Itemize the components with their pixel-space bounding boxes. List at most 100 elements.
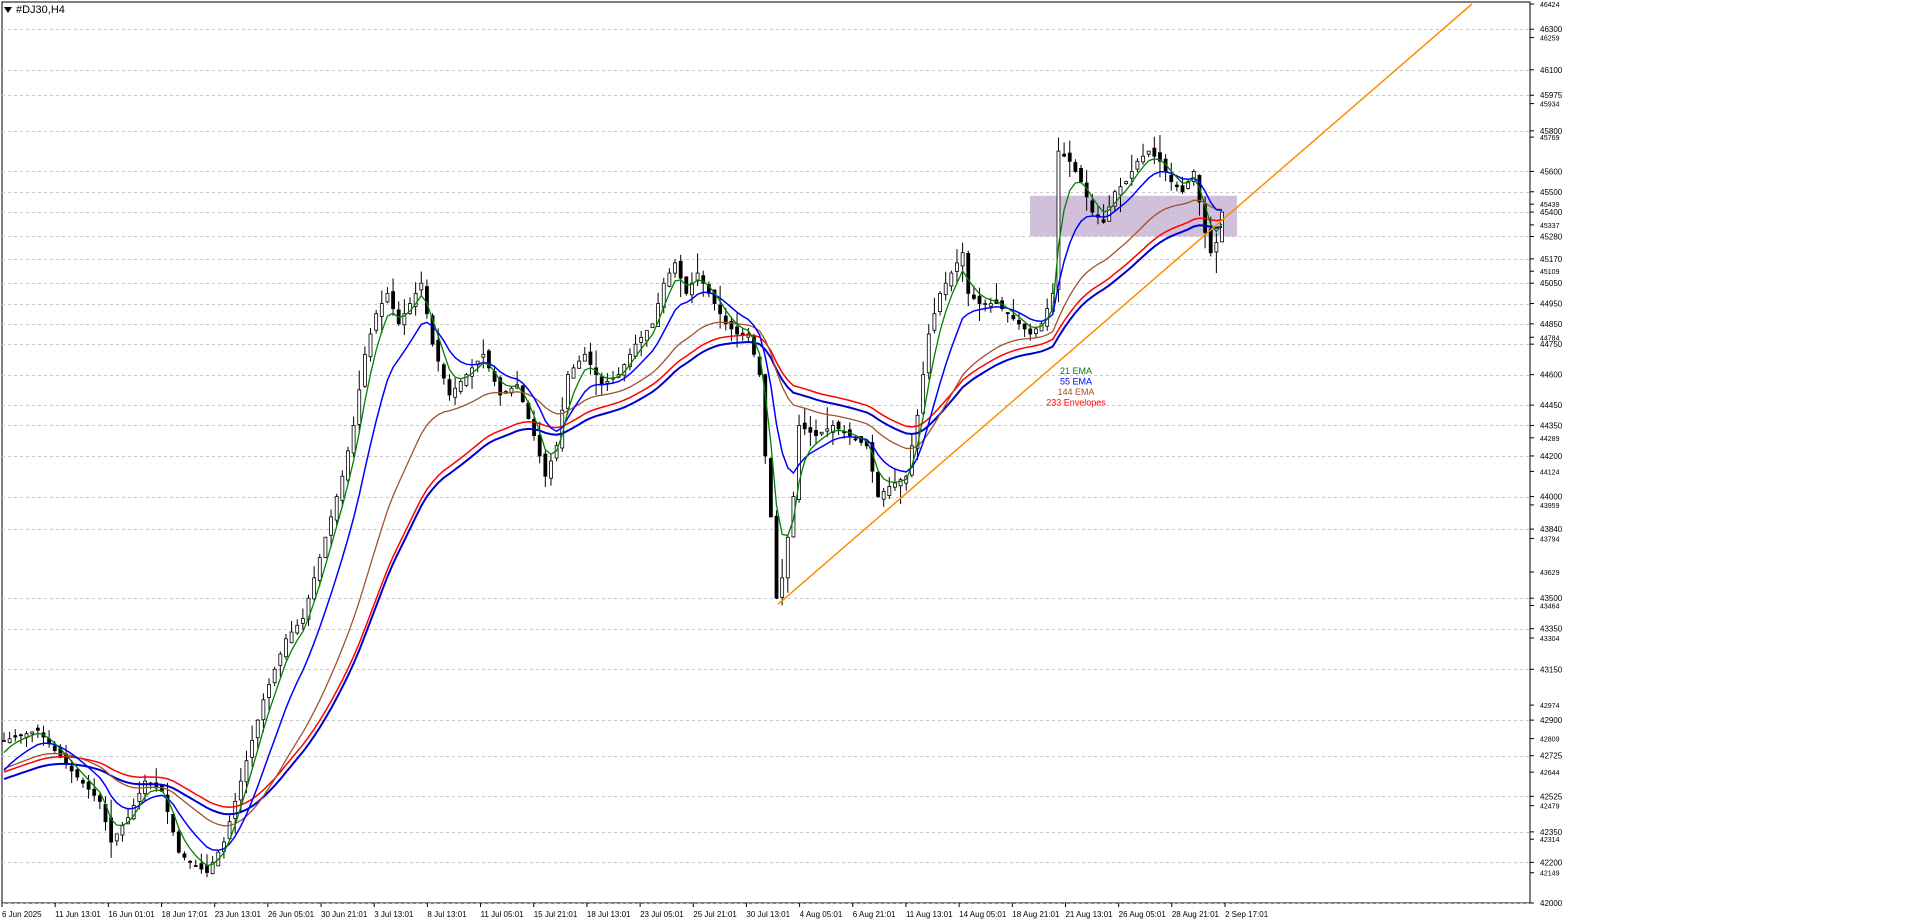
candle-body xyxy=(19,734,23,737)
x-tick-label: 2 Sep 17:01 xyxy=(1225,910,1269,919)
candle-body xyxy=(1028,328,1033,335)
candle-body xyxy=(312,577,317,600)
x-tick-label: 15 Jul 21:01 xyxy=(534,910,578,919)
y-tick-label: 44950 xyxy=(1540,300,1563,309)
candle-body xyxy=(182,853,187,858)
candle-body xyxy=(1152,147,1157,157)
ema233-envelope-upper xyxy=(3,217,1223,808)
x-tick-label: 14 Aug 05:01 xyxy=(959,910,1007,919)
candle-body xyxy=(678,260,683,279)
candle-body xyxy=(120,825,125,836)
candle-body xyxy=(836,421,841,430)
legend-entry: 144 EMA xyxy=(1057,387,1094,397)
legend-entry: 233 Envelopes xyxy=(1046,398,1106,408)
x-tick-label: 11 Jun 13:01 xyxy=(55,910,101,919)
x-tick-label: 28 Aug 21:01 xyxy=(1172,910,1220,919)
y-tick-label: 44289 xyxy=(1540,436,1560,443)
candle-body xyxy=(362,353,367,387)
candle-body xyxy=(1146,150,1151,155)
candle-body xyxy=(385,292,390,303)
candle-body xyxy=(808,427,813,433)
y-tick-label: 43629 xyxy=(1540,570,1560,577)
y-tick-label: 45170 xyxy=(1540,255,1563,264)
candle-body xyxy=(52,745,57,751)
candle-body xyxy=(272,668,277,684)
candle-body xyxy=(1079,168,1083,183)
candle-body xyxy=(1124,181,1129,185)
y-tick-label: 42000 xyxy=(1540,899,1563,908)
candle-body xyxy=(30,731,35,735)
y-tick-label: 45934 xyxy=(1540,102,1560,109)
chart-window: #DJ30,H4 46424 46300 46259 46100 45975 45934 4… xyxy=(0,0,1916,923)
y-tick-label: 44350 xyxy=(1540,421,1563,430)
y-tick-label: 42479 xyxy=(1540,804,1560,811)
candle-body xyxy=(334,496,339,521)
candle-body xyxy=(785,536,790,579)
candle-body xyxy=(419,282,424,291)
candle-body xyxy=(740,332,745,335)
candle-body xyxy=(802,422,807,430)
x-tick-label: 6 Aug 21:01 xyxy=(853,910,896,919)
candle-body xyxy=(876,471,880,497)
y-tick-label: 46300 xyxy=(1540,25,1563,34)
legend-entry: 21 EMA xyxy=(1060,366,1092,376)
y-tick-label: 45280 xyxy=(1540,232,1563,241)
candle-body xyxy=(582,353,587,362)
candle-body xyxy=(109,817,114,843)
candle-body xyxy=(1011,314,1016,320)
candle-body xyxy=(300,618,305,624)
candle-body xyxy=(1017,319,1021,325)
candle-body xyxy=(436,339,441,362)
y-tick-label: 42525 xyxy=(1540,792,1563,801)
x-tick-label: 26 Aug 05:01 xyxy=(1119,910,1167,919)
candle-body xyxy=(966,252,971,294)
x-tick-label: 6 Jun 2025 xyxy=(2,910,42,919)
y-tick-label: 42149 xyxy=(1540,871,1560,878)
y-tick-label: 44000 xyxy=(1540,493,1563,502)
y-tick-label: 45769 xyxy=(1540,135,1560,142)
candle-body xyxy=(881,491,886,500)
ema21-line xyxy=(3,158,1223,867)
y-tick-label: 43350 xyxy=(1540,625,1563,634)
candle-body xyxy=(255,719,260,739)
candle-body xyxy=(351,425,356,454)
candle-body xyxy=(1141,155,1145,163)
candle-body xyxy=(1129,171,1134,179)
candle-body xyxy=(86,781,91,790)
candle-body xyxy=(453,387,458,398)
y-tick-label: 46100 xyxy=(1540,66,1563,75)
candle-body xyxy=(938,292,942,313)
candle-body xyxy=(447,379,452,396)
candle-body xyxy=(955,262,959,272)
y-tick-label: 45050 xyxy=(1540,279,1563,288)
candle-body xyxy=(199,863,204,870)
candle-body xyxy=(537,435,542,457)
candle-body xyxy=(244,760,249,783)
candle-body xyxy=(391,291,395,310)
candle-body xyxy=(425,286,429,315)
candle-body xyxy=(441,364,446,379)
y-tick-label: 42974 xyxy=(1540,703,1560,710)
support-trendline[interactable] xyxy=(777,3,1473,605)
candle-body xyxy=(673,262,677,274)
y-tick-label: 45600 xyxy=(1540,167,1563,176)
y-tick-label: 44124 xyxy=(1540,469,1560,476)
y-tick-label: 44600 xyxy=(1540,371,1563,380)
x-tick-label: 11 Jul 05:01 xyxy=(481,910,525,919)
candle-body xyxy=(284,638,288,658)
y-tick-label: 45975 xyxy=(1540,91,1563,100)
y-tick-label: 43304 xyxy=(1540,636,1560,643)
candle-body xyxy=(1067,152,1072,162)
candle-body xyxy=(1135,160,1140,170)
price-chart[interactable]: 4642446300462594610045975459344580045769… xyxy=(0,0,1916,923)
candlesticks xyxy=(2,134,1224,878)
candle-body xyxy=(7,738,12,743)
candle-body xyxy=(2,740,6,742)
candle-body xyxy=(893,482,897,488)
candle-body xyxy=(1208,228,1213,254)
y-tick-label: 42725 xyxy=(1540,752,1563,761)
candle-body xyxy=(1180,185,1185,193)
candle-body xyxy=(137,792,142,802)
x-tick-label: 11 Aug 13:01 xyxy=(906,910,953,919)
candle-body xyxy=(114,833,119,842)
